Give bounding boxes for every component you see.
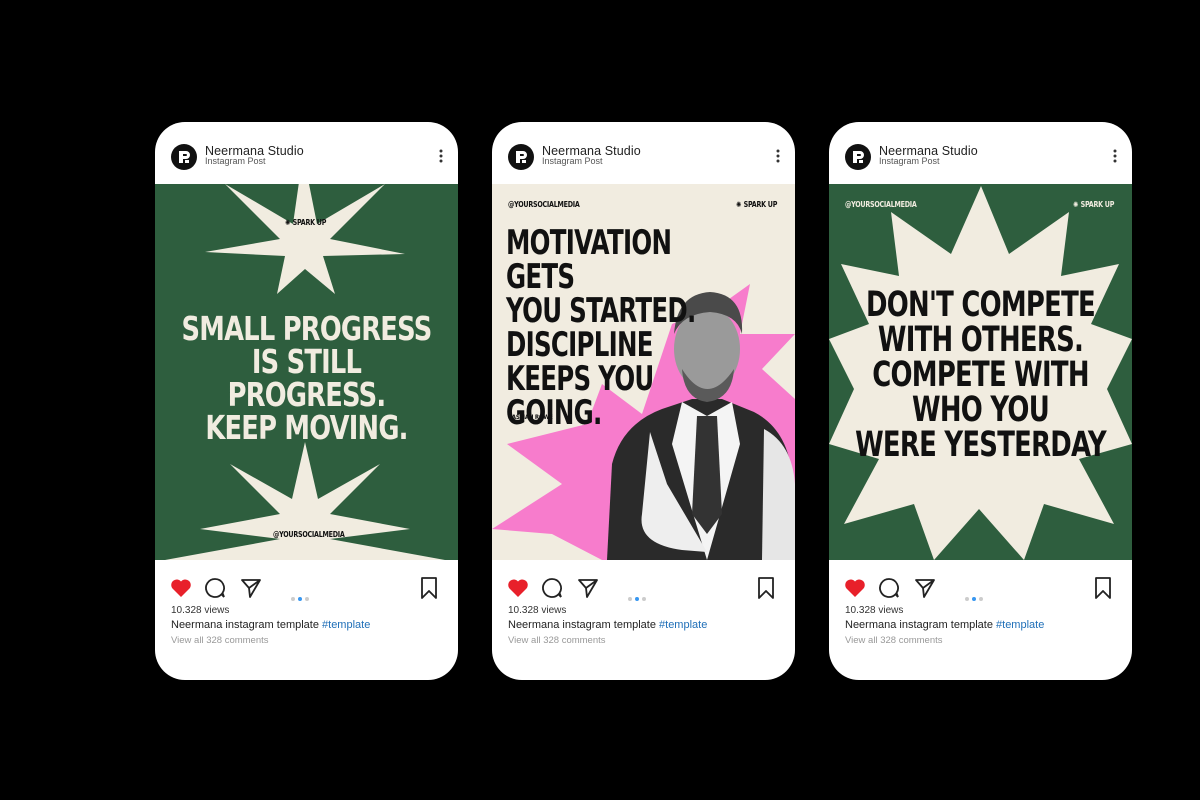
instagram-post-card: Neermana Studio Instagram Post @YOURSOCI…	[829, 122, 1132, 680]
carousel-dot	[979, 597, 983, 601]
post-image[interactable]: @YOURSOCIALMEDIA ✺ SPARK UP DON'T COMPETE…	[829, 184, 1132, 560]
carousel-dot	[965, 597, 969, 601]
comment-icon[interactable]	[877, 576, 901, 600]
post-header: Neermana Studio Instagram Post	[155, 122, 458, 184]
spark-label: ✺ SPARK UP	[285, 218, 327, 227]
handle-label: @YOURSOCIALMEDIA	[273, 530, 345, 539]
views-count: 10.328 views	[171, 605, 230, 616]
comment-icon[interactable]	[540, 576, 564, 600]
view-comments-link[interactable]: View all 328 comments	[508, 635, 606, 646]
post-image[interactable]: @YOURSOCIALMEDIA ✺ SPARK UP MOTIVATION GE…	[492, 184, 795, 560]
carousel-dot	[628, 597, 632, 601]
post-image[interactable]: ✺ SPARK UP SMALL PROGRESS IS STILL PROGRE…	[155, 184, 458, 560]
more-vertical-icon[interactable]	[1110, 148, 1120, 164]
action-bar	[829, 572, 1132, 602]
caption: Neermana instagram template #template	[845, 619, 1044, 631]
action-bar	[492, 572, 795, 602]
more-vertical-icon[interactable]	[436, 148, 446, 164]
quote-text: DON'T COMPETE WITH OTHERS. COMPETE WITH …	[855, 285, 1107, 465]
views-count: 10.328 views	[508, 605, 567, 616]
spark-icon: ✺	[1073, 200, 1079, 209]
carousel-dots	[965, 588, 995, 601]
bookmark-icon[interactable]	[417, 576, 441, 600]
account-subtitle: Instagram Post	[542, 156, 603, 166]
handle-label: @YOURSOCIALMEDIA	[508, 200, 580, 209]
caption-user[interactable]: Neermana	[171, 619, 222, 631]
bookmark-icon[interactable]	[754, 576, 778, 600]
studio-logo-icon[interactable]	[845, 144, 871, 170]
instagram-post-card: Neermana Studio Instagram Post @YOURSOCI…	[492, 122, 795, 680]
hashtag-link[interactable]: #template	[996, 619, 1044, 631]
spark-icon: ✺	[285, 218, 291, 227]
carousel-dot	[305, 597, 309, 601]
caption-text: instagram template	[896, 619, 997, 631]
caption-user[interactable]: Neermana	[845, 619, 896, 631]
caption-text: instagram template	[222, 619, 323, 631]
comment-icon[interactable]	[203, 576, 227, 600]
quote-text: MOTIVATION GETS YOU STARTED. DISCIPLINE …	[506, 223, 696, 433]
caption: Neermana instagram template #template	[171, 619, 370, 631]
quote-text: SMALL PROGRESS IS STILL PROGRESS. KEEP M…	[181, 309, 433, 447]
caption: Neermana instagram template #template	[508, 619, 707, 631]
carousel-dot-active	[972, 597, 976, 601]
views-count: 10.328 views	[845, 605, 904, 616]
caption-user[interactable]: Neermana	[508, 619, 559, 631]
send-icon[interactable]	[576, 576, 600, 600]
handle-label: @YOURSOCIALMEDIA	[845, 200, 917, 209]
view-comments-link[interactable]: View all 328 comments	[171, 635, 269, 646]
post-header: Neermana Studio Instagram Post	[492, 122, 795, 184]
studio-logo-icon[interactable]	[171, 144, 197, 170]
carousel-dot-active	[298, 597, 302, 601]
spark-icon: ✺	[736, 200, 742, 209]
carousel-dot-active	[635, 597, 639, 601]
heart-icon[interactable]	[843, 576, 867, 600]
studio-logo-icon[interactable]	[508, 144, 534, 170]
spark-label: ✺ SPARK UP	[1073, 200, 1115, 209]
carousel-dot	[642, 597, 646, 601]
hashtag-link[interactable]: #template	[659, 619, 707, 631]
post-header: Neermana Studio Instagram Post	[829, 122, 1132, 184]
carousel-dots	[628, 588, 658, 601]
send-icon[interactable]	[913, 576, 937, 600]
author-label: CASSIAN ROWE	[508, 413, 553, 421]
action-bar	[155, 572, 458, 602]
more-vertical-icon[interactable]	[773, 148, 783, 164]
hashtag-link[interactable]: #template	[322, 619, 370, 631]
carousel-dot	[291, 597, 295, 601]
bookmark-icon[interactable]	[1091, 576, 1115, 600]
send-icon[interactable]	[239, 576, 263, 600]
carousel-dots	[291, 588, 321, 601]
spark-label: ✺ SPARK UP	[736, 200, 778, 209]
caption-text: instagram template	[559, 619, 660, 631]
account-subtitle: Instagram Post	[879, 156, 940, 166]
account-subtitle: Instagram Post	[205, 156, 266, 166]
heart-icon[interactable]	[506, 576, 530, 600]
instagram-post-card: Neermana Studio Instagram Post ✺ SPARK UP…	[155, 122, 458, 680]
heart-icon[interactable]	[169, 576, 193, 600]
view-comments-link[interactable]: View all 328 comments	[845, 635, 943, 646]
